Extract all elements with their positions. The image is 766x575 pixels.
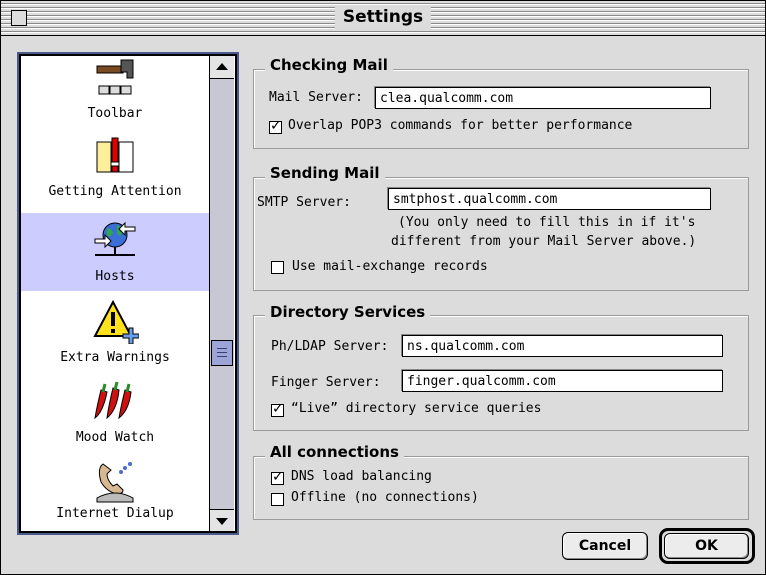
sidebar-item-mood-watch[interactable]: Mood Watch bbox=[21, 374, 209, 452]
ok-button[interactable]: OK bbox=[664, 533, 749, 559]
globe-network-icon bbox=[94, 221, 136, 256]
sending-mail-heading: Sending Mail bbox=[265, 164, 385, 182]
live-directory-checkbox[interactable] bbox=[271, 401, 284, 417]
exclamation-note-icon bbox=[96, 137, 134, 173]
live-directory-label: “Live” directory service queries bbox=[291, 401, 542, 416]
scroll-thumb[interactable] bbox=[211, 340, 233, 366]
mail-server-field[interactable]: clea.qualcomm.com bbox=[375, 87, 711, 109]
sidebar-item-toolbar[interactable]: Toolbar bbox=[21, 56, 209, 128]
chili-peppers-icon bbox=[94, 381, 132, 420]
sidebar-item-label: Internet Dialup bbox=[56, 506, 174, 521]
dns-load-balancing-checkbox[interactable] bbox=[271, 469, 284, 485]
finger-server-label: Finger Server: bbox=[271, 375, 381, 390]
hammer-toolbar-icon bbox=[96, 59, 134, 95]
warning-triangle-icon bbox=[93, 299, 139, 344]
dns-load-balancing-label: DNS load balancing bbox=[291, 469, 432, 484]
smtp-server-label: SMTP Server: bbox=[257, 195, 351, 210]
overlap-pop3-label: Overlap POP3 commands for better perform… bbox=[288, 118, 633, 133]
sidebar-item-getting-attention[interactable]: Getting Attention bbox=[21, 132, 209, 210]
smtp-server-field[interactable]: smtphost.qualcomm.com bbox=[388, 188, 711, 210]
all-connections-group bbox=[253, 456, 749, 520]
ph-ldap-server-field[interactable]: ns.qualcomm.com bbox=[402, 335, 723, 357]
title-bar[interactable]: Settings bbox=[1, 1, 765, 36]
sidebar-item-label: Mood Watch bbox=[75, 430, 155, 445]
cancel-button[interactable]: Cancel bbox=[562, 532, 648, 560]
offline-checkbox[interactable] bbox=[271, 493, 284, 506]
sidebar-item-label: Toolbar bbox=[87, 106, 143, 121]
sidebar-item-label: Hosts bbox=[95, 269, 135, 284]
scroll-up-arrow-icon[interactable] bbox=[210, 56, 234, 79]
directory-services-heading: Directory Services bbox=[265, 303, 431, 321]
sidebar-item-label: Extra Warnings bbox=[60, 350, 170, 365]
category-list-items: Toolbar Getting Attention Hosts Extra Wa… bbox=[21, 56, 209, 531]
mail-exchange-checkbox[interactable] bbox=[271, 261, 284, 274]
all-connections-heading: All connections bbox=[265, 443, 404, 461]
sidebar-item-extra-warnings[interactable]: Extra Warnings bbox=[21, 294, 209, 372]
mail-exchange-label: Use mail-exchange records bbox=[292, 259, 488, 274]
scroll-down-arrow-icon[interactable] bbox=[210, 509, 234, 531]
smtp-note-line1: (You only need to fill this in if it's bbox=[398, 215, 696, 230]
settings-window: Settings Toolbar Getting Attention Hosts… bbox=[0, 0, 766, 575]
checking-mail-heading: Checking Mail bbox=[265, 56, 393, 74]
overlap-pop3-checkbox[interactable] bbox=[269, 118, 282, 134]
settings-category-list: Toolbar Getting Attention Hosts Extra Wa… bbox=[19, 54, 237, 533]
window-title: Settings bbox=[334, 5, 432, 29]
offline-label: Offline (no connections) bbox=[291, 490, 479, 505]
mail-server-label: Mail Server: bbox=[269, 90, 363, 105]
sidebar-item-internet-dialup[interactable]: Internet Dialup bbox=[21, 454, 209, 531]
checking-mail-group bbox=[253, 69, 749, 149]
ph-ldap-server-label: Ph/LDAP Server: bbox=[271, 339, 389, 354]
sidebar-scrollbar[interactable] bbox=[209, 56, 234, 531]
sidebar-item-hosts[interactable]: Hosts bbox=[21, 213, 209, 291]
finger-server-field[interactable]: finger.qualcomm.com bbox=[402, 370, 723, 392]
close-box[interactable] bbox=[11, 10, 27, 26]
telephone-handset-icon bbox=[96, 462, 134, 503]
smtp-note-line2: different from your Mail Server above.) bbox=[391, 234, 697, 249]
sidebar-item-label: Getting Attention bbox=[48, 184, 182, 199]
